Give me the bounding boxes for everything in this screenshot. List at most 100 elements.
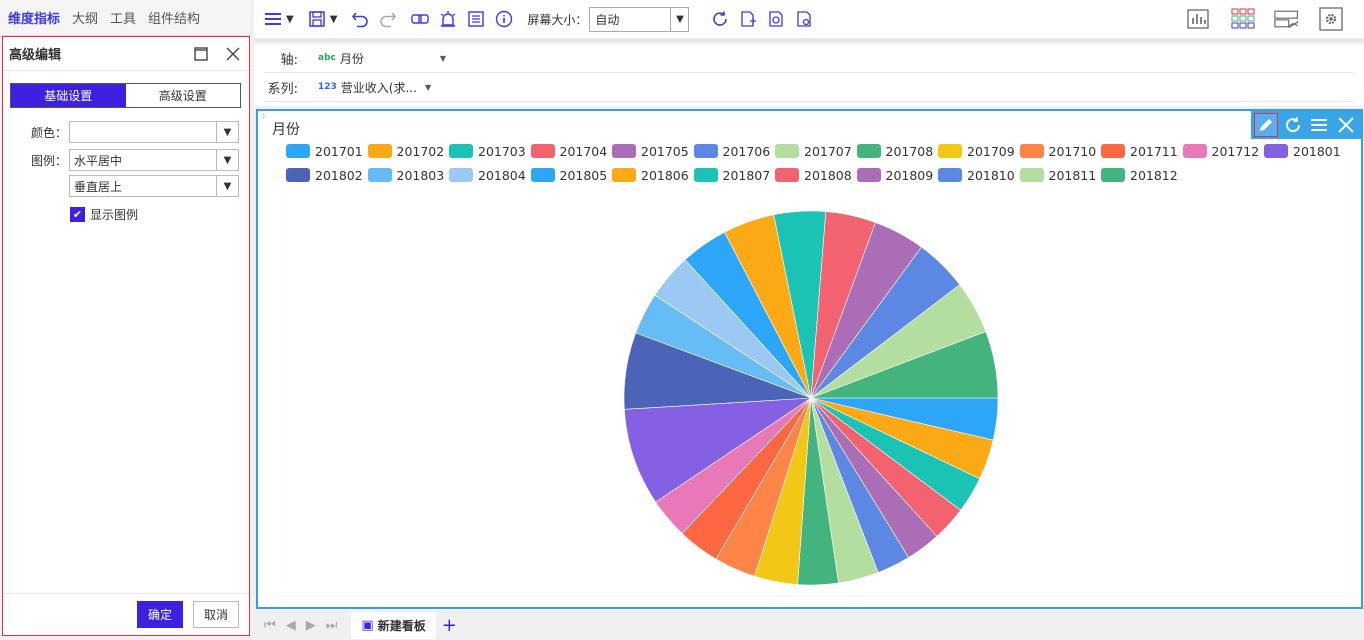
legend-item[interactable]: 201810 — [938, 167, 1020, 183]
settings-doc-icon[interactable] — [795, 7, 813, 31]
redo-icon[interactable] — [379, 7, 397, 31]
ok-button[interactable]: 确定 — [137, 601, 183, 628]
maximize-icon[interactable] — [191, 44, 211, 64]
link-icon[interactable] — [411, 7, 430, 31]
last-page-icon[interactable]: ⏭ — [326, 618, 338, 633]
legend-item[interactable]: 201708 — [856, 143, 939, 159]
legend-label: 201704 — [559, 143, 608, 159]
chart-type-icon[interactable] — [1186, 7, 1212, 31]
legend-item[interactable]: 201807 — [693, 167, 776, 183]
dropdown-arrow-icon[interactable]: ▼ — [216, 176, 238, 196]
sheet-tab-label: 新建看板 — [377, 619, 426, 633]
legend-label: 201811 — [1048, 167, 1097, 183]
nav-tab-dimensions[interactable]: 维度指标 — [4, 8, 68, 27]
menu-icon[interactable] — [1307, 113, 1331, 137]
series-label: 系列: — [267, 81, 298, 97]
legend-horizontal-select[interactable]: 水平居中 ▼ — [69, 149, 239, 171]
legend-item[interactable]: 201805 — [530, 167, 613, 183]
series-field-name[interactable]: 营业收入(求... — [341, 79, 417, 96]
legend-vertical-select[interactable]: 垂直居上 ▼ — [69, 175, 239, 197]
dropdown-arrow-icon[interactable]: ▼ — [216, 122, 238, 142]
dropdown-arrow-icon[interactable]: ▼ — [670, 7, 688, 31]
close-icon[interactable] — [1334, 113, 1358, 137]
legend-item[interactable]: 201809 — [856, 167, 939, 183]
number-type-icon: 123 — [318, 82, 337, 92]
refresh-icon[interactable] — [711, 7, 729, 31]
info-icon[interactable] — [495, 7, 513, 31]
legend-label: 201710 — [1048, 143, 1097, 159]
caret-down-icon[interactable]: ▼ — [440, 54, 446, 63]
legend-swatch — [1019, 144, 1044, 158]
legend-label: 201806 — [641, 167, 689, 183]
hide-component-icon[interactable] — [1274, 7, 1300, 31]
tab-basic-settings[interactable]: 基础设置 — [11, 84, 126, 107]
undo-icon[interactable] — [351, 7, 369, 31]
show-legend-checkbox[interactable]: ✔ — [70, 207, 85, 222]
legend-swatch — [449, 144, 473, 158]
legend-item[interactable]: 201803 — [367, 167, 450, 183]
legend-item[interactable]: 201703 — [449, 143, 531, 159]
report-icon[interactable] — [467, 7, 485, 31]
legend-item[interactable]: 201709 — [938, 143, 1020, 159]
gear-icon[interactable] — [1318, 7, 1344, 31]
advanced-edit-panel: 高级编辑 基础设置 高级设置 颜色： ▼ 图例： 水平居中 ▼ 垂直居上 ▼ ✔ — [2, 36, 250, 636]
dashboard-icon: ▣ — [361, 618, 374, 633]
left-nav-tabs: 维度指标 大纲 工具 组件结构 — [0, 0, 250, 36]
legend-item[interactable]: 201712 — [1182, 143, 1265, 159]
save-icon[interactable]: ▼ — [308, 7, 337, 31]
preview-icon[interactable] — [767, 7, 785, 31]
legend-item[interactable]: 201802 — [286, 167, 368, 183]
nav-tab-tools[interactable]: 工具 — [106, 8, 144, 27]
legend-label: 201705 — [641, 143, 689, 159]
edit-pencil-icon[interactable] — [1254, 113, 1279, 137]
legend-swatch — [449, 168, 473, 182]
color-select[interactable]: ▼ — [69, 121, 239, 143]
panel-header: 高级编辑 — [3, 37, 249, 71]
legend-swatch — [612, 144, 636, 158]
legend-item[interactable]: 201706 — [693, 143, 776, 159]
legend-item[interactable]: 201705 — [612, 143, 694, 159]
grid-layout-icon[interactable] — [1230, 7, 1256, 31]
legend-vertical-row: 垂直居上 ▼ — [3, 175, 249, 197]
legend-item[interactable]: 201707 — [775, 143, 857, 159]
caret-down-icon[interactable]: ▼ — [425, 83, 431, 92]
nav-tab-component-structure[interactable]: 组件结构 — [144, 8, 208, 27]
legend-swatch — [367, 144, 392, 158]
screen-size-select[interactable]: 自动 ▼ — [589, 6, 690, 32]
menu-icon[interactable]: ▼ — [264, 7, 294, 31]
legend-item[interactable]: 201711 — [1101, 143, 1183, 159]
legend-swatch — [286, 168, 310, 182]
chart-card[interactable]: ⁘ 月份 201701 201702 201703 201704 201705 20170… — [256, 109, 1363, 609]
legend-item[interactable]: 201806 — [612, 167, 694, 183]
legend-label: 201809 — [885, 167, 934, 183]
tab-advanced-settings[interactable]: 高级设置 — [125, 84, 240, 107]
next-page-icon[interactable]: ▶ — [306, 618, 316, 633]
dropdown-arrow-icon[interactable]: ▼ — [216, 150, 238, 170]
axis-row: 轴: abc 月份 ▼ — [264, 44, 1354, 73]
legend-item[interactable]: 201701 — [286, 143, 368, 159]
export-icon[interactable] — [739, 7, 757, 31]
drag-handle-icon[interactable]: ⁘ — [260, 112, 267, 121]
legend-swatch — [367, 168, 392, 182]
legend-item[interactable]: 201812 — [1101, 167, 1183, 183]
legend-item[interactable]: 201808 — [775, 167, 857, 183]
nav-tab-outline[interactable]: 大纲 — [68, 8, 106, 27]
legend-swatch — [612, 168, 636, 182]
axis-field-name[interactable]: 月份 — [340, 50, 364, 67]
legend-item[interactable]: 201702 — [367, 143, 450, 159]
alarm-icon[interactable] — [439, 7, 457, 31]
legend-item[interactable]: 201811 — [1019, 167, 1102, 183]
first-page-icon[interactable]: ⏮ — [264, 618, 276, 633]
legend-swatch — [938, 144, 962, 158]
close-icon[interactable] — [223, 44, 243, 64]
screen-size-value: 自动 — [595, 12, 620, 27]
legend-item[interactable]: 201704 — [530, 143, 613, 159]
legend-item[interactable]: 201710 — [1019, 143, 1102, 159]
refresh-icon[interactable] — [1281, 113, 1305, 137]
add-sheet-icon[interactable]: + — [442, 615, 457, 636]
legend-item[interactable]: 201804 — [449, 167, 531, 183]
legend-item[interactable]: 201801 — [1264, 143, 1346, 159]
sheet-tab[interactable]: ▣ 新建看板 — [351, 612, 436, 639]
prev-page-icon[interactable]: ◀ — [286, 618, 296, 633]
cancel-button[interactable]: 取消 — [193, 601, 239, 628]
